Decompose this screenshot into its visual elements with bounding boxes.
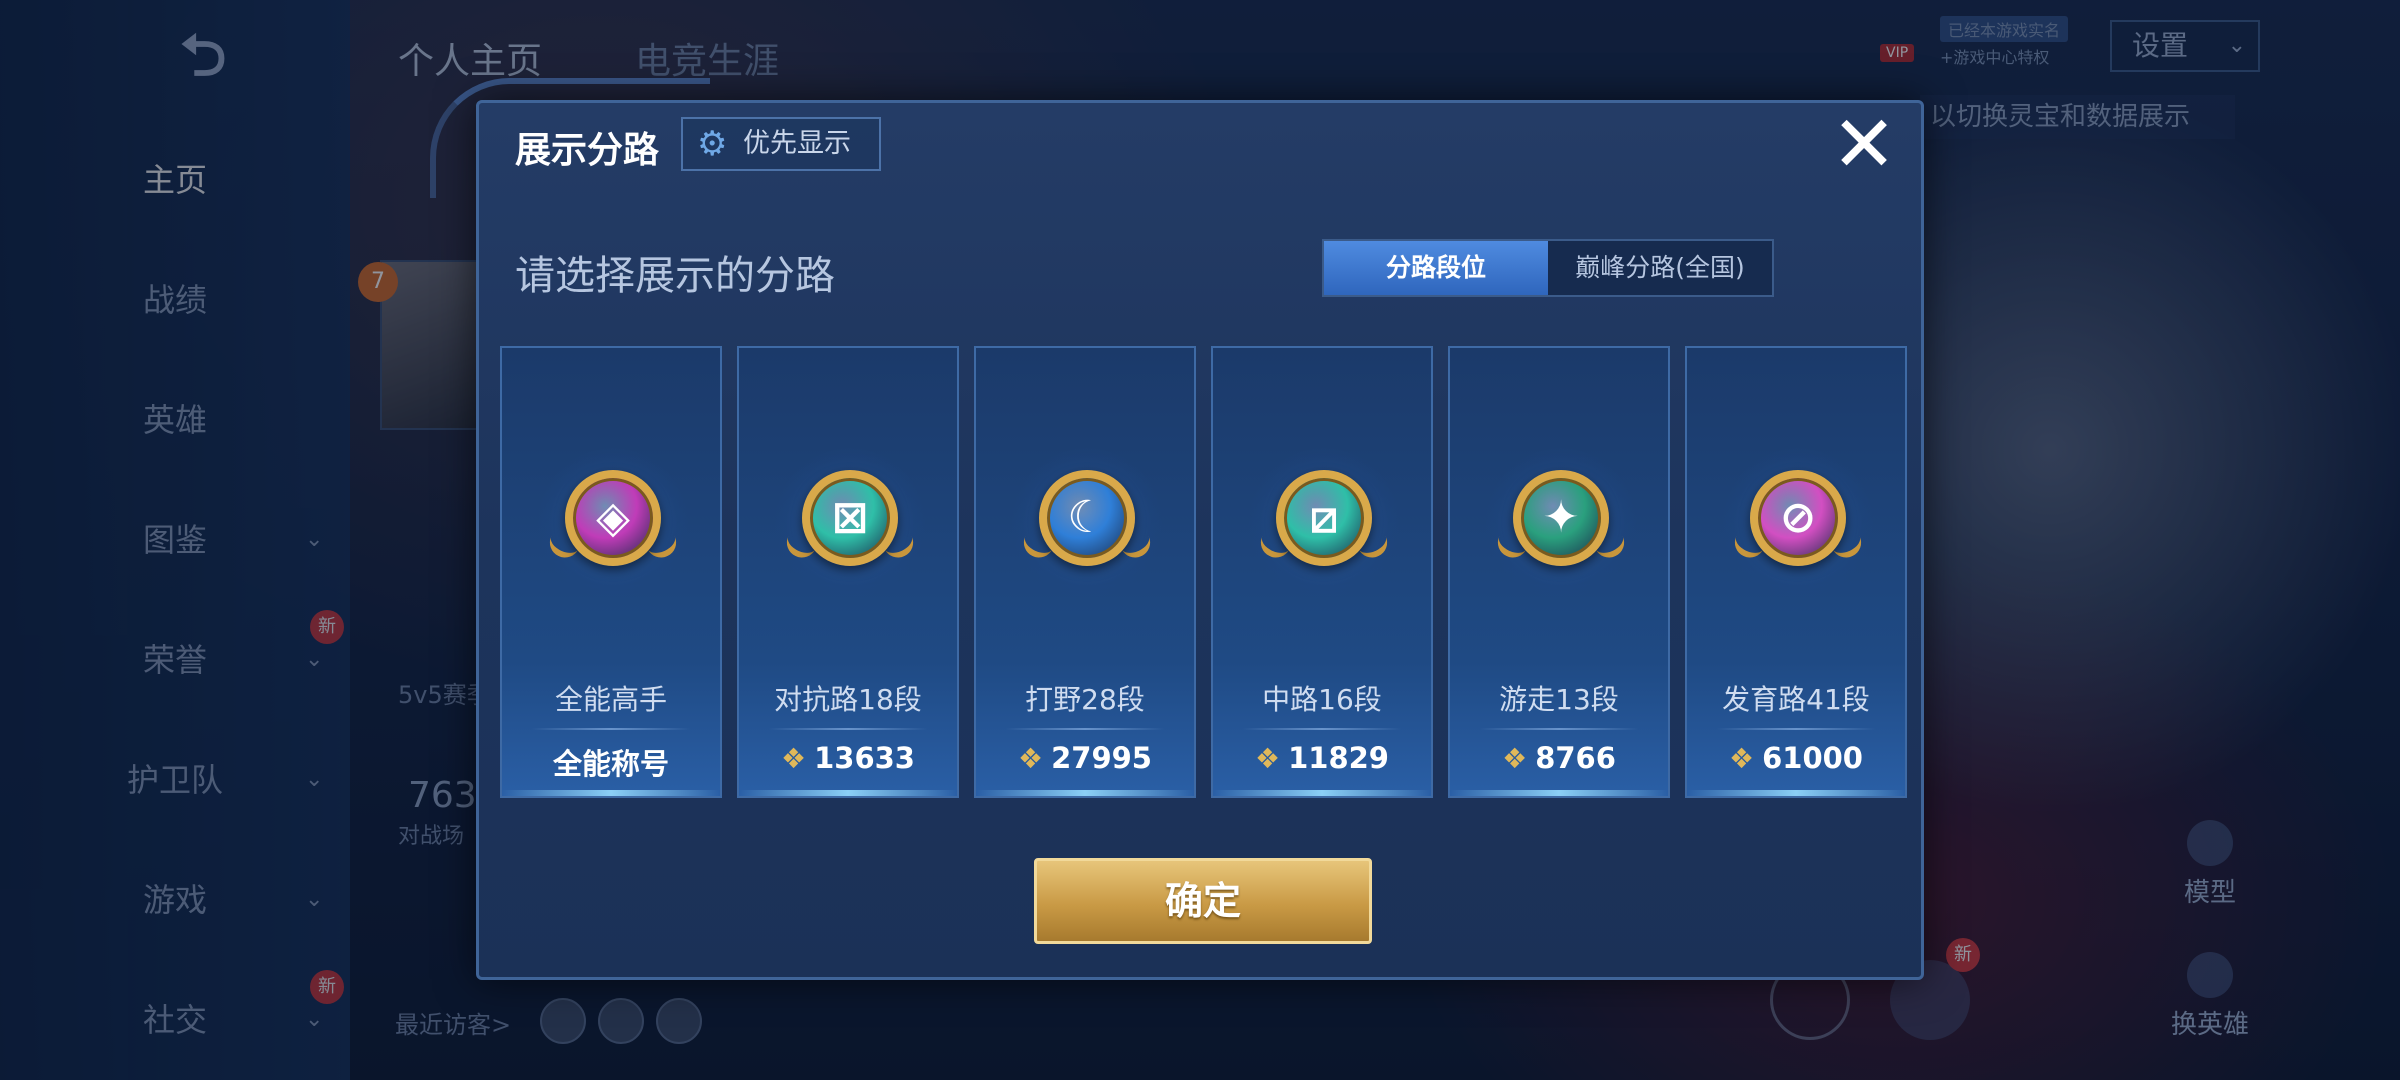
roam-icon: ✦ bbox=[1486, 448, 1636, 598]
lane-name: 游走13段 bbox=[1499, 683, 1619, 716]
lane-name: 中路16段 bbox=[1262, 683, 1382, 716]
close-icon[interactable]: ✕ bbox=[1829, 106, 1899, 184]
score-value: 8766 bbox=[1535, 741, 1616, 775]
points-icon: ❖ bbox=[1502, 742, 1528, 775]
mid-lane-icon: ⧄ bbox=[1249, 448, 1399, 598]
confirm-button[interactable]: 确定 bbox=[1034, 858, 1372, 944]
dialog-title: 展示分路 bbox=[515, 130, 660, 171]
farm-lane-icon: ⊘ bbox=[1723, 448, 1873, 598]
lane-card[interactable]: ✦ 游走13段 ❖ 8766 bbox=[1448, 346, 1670, 798]
toggle-lane-rank[interactable]: 分路段位 bbox=[1324, 241, 1548, 295]
divider bbox=[769, 728, 927, 730]
dialog-subtitle: 请选择展示的分路 bbox=[515, 253, 835, 299]
lane-name: 对抗路18段 bbox=[774, 683, 922, 716]
priority-display-label: 优先显示 bbox=[743, 128, 851, 159]
toggle-peak-lane[interactable]: 巅峰分路(全国) bbox=[1548, 241, 1772, 295]
points-icon: ❖ bbox=[1254, 742, 1281, 775]
lane-card[interactable]: ◈ 全能高手 全能称号 bbox=[500, 346, 722, 798]
lane-name: 发育路41段 bbox=[1722, 683, 1870, 716]
lane-score: ❖ 11829 bbox=[1213, 741, 1431, 775]
divider bbox=[1243, 728, 1401, 730]
divider bbox=[1006, 728, 1164, 730]
lane-card[interactable]: ☾ 打野28段 ❖ 27995 bbox=[974, 346, 1196, 798]
lane-score: ❖ 8766 bbox=[1450, 741, 1668, 775]
lane-card[interactable]: ⊠ 对抗路18段 ❖ 13633 bbox=[737, 346, 959, 798]
lane-score: 全能称号 bbox=[502, 741, 720, 783]
lane-score: ❖ 61000 bbox=[1687, 741, 1905, 775]
divider bbox=[1717, 728, 1875, 730]
score-value: 61000 bbox=[1762, 741, 1863, 775]
lane-name: 全能高手 bbox=[554, 683, 667, 716]
divider bbox=[1480, 728, 1638, 730]
allround-icon: ◈ bbox=[538, 448, 688, 598]
lane-score: ❖ 27995 bbox=[976, 741, 1194, 775]
points-icon: ❖ bbox=[1728, 742, 1755, 775]
lane-view-toggle: 分路段位 巅峰分路(全国) bbox=[1322, 239, 1774, 297]
lane-score: ❖ 13633 bbox=[739, 741, 957, 775]
score-value: 27995 bbox=[1051, 741, 1152, 775]
points-icon: ❖ bbox=[780, 742, 807, 775]
score-value: 13633 bbox=[814, 741, 915, 775]
lane-card[interactable]: ⧄ 中路16段 ❖ 11829 bbox=[1211, 346, 1433, 798]
priority-display-button[interactable]: ⚙ 优先显示 bbox=[681, 117, 881, 171]
lane-name: 打野28段 bbox=[1025, 683, 1145, 716]
score-value: 11829 bbox=[1288, 741, 1389, 775]
lane-card[interactable]: ⊘ 发育路41段 ❖ 61000 bbox=[1685, 346, 1907, 798]
clash-lane-icon: ⊠ bbox=[775, 448, 925, 598]
gear-icon: ⚙ bbox=[697, 124, 728, 164]
divider bbox=[532, 728, 690, 730]
jungle-icon: ☾ bbox=[1012, 448, 1162, 598]
points-icon: ❖ bbox=[1017, 742, 1044, 775]
lane-display-dialog: 展示分路 ⚙ 优先显示 ✕ 请选择展示的分路 分路段位 巅峰分路(全国) ◈ 全… bbox=[476, 100, 1924, 980]
score-value: 全能称号 bbox=[552, 747, 669, 781]
